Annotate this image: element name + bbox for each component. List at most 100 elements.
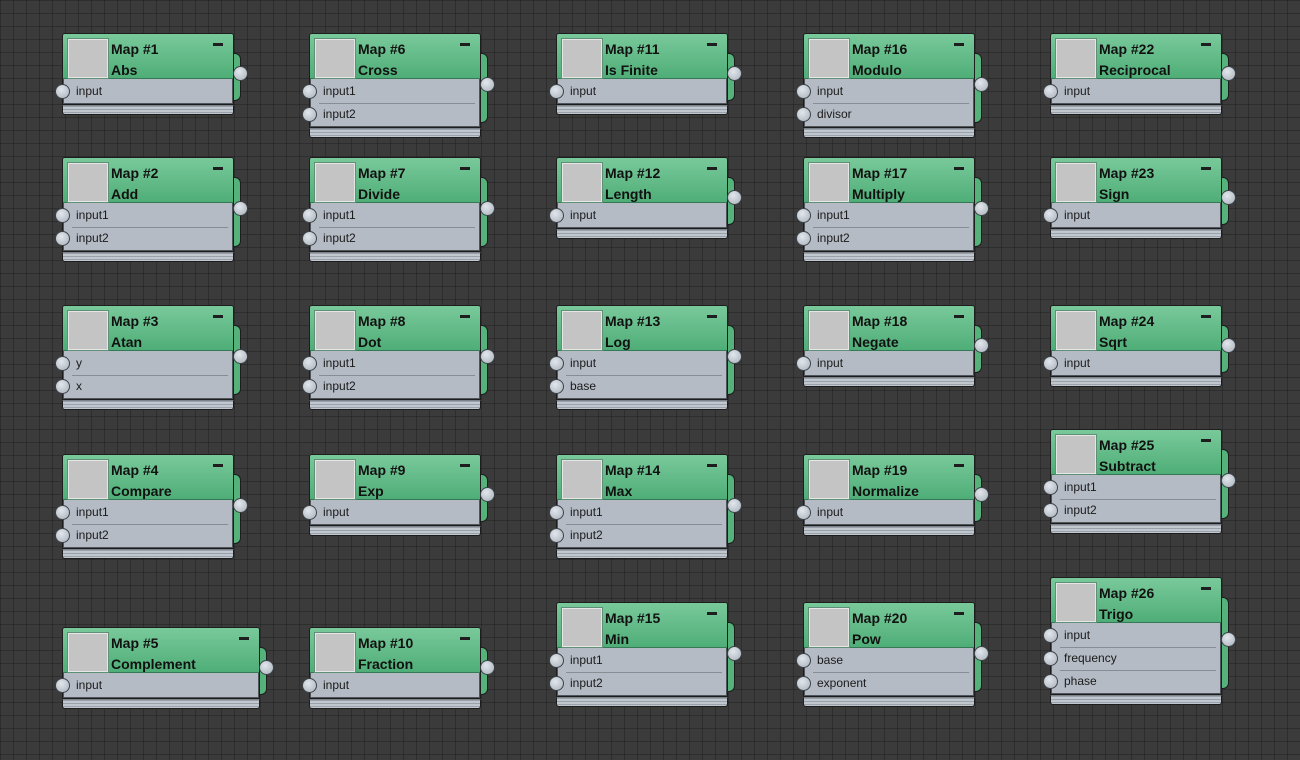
input-socket-icon[interactable] xyxy=(302,505,317,520)
node-map-22[interactable]: Map #22 Reciprocal input xyxy=(1043,33,1236,115)
node-header[interactable]: Map #22 Reciprocal xyxy=(1051,34,1221,79)
input-socket-icon[interactable] xyxy=(55,505,70,520)
node-header[interactable]: Map #13 Log xyxy=(557,306,727,351)
node-resize-footer[interactable] xyxy=(309,252,481,262)
node-header[interactable]: Map #2 Add xyxy=(63,158,233,203)
output-socket-icon[interactable] xyxy=(974,201,989,216)
collapse-icon[interactable] xyxy=(460,637,470,640)
collapse-icon[interactable] xyxy=(460,43,470,46)
node-map-10[interactable]: Map #10 Fraction input xyxy=(302,627,495,709)
collapse-icon[interactable] xyxy=(954,315,964,318)
node-header[interactable]: Map #20 Pow xyxy=(804,603,974,648)
node-resize-footer[interactable] xyxy=(1050,377,1222,387)
node-header[interactable]: Map #18 Negate xyxy=(804,306,974,351)
input-socket-icon[interactable] xyxy=(1043,208,1058,223)
input-socket-icon[interactable] xyxy=(302,107,317,122)
node-map-5[interactable]: Map #5 Complement input xyxy=(55,627,274,709)
node-graph-canvas[interactable]: Map #1 Abs input Map #2 Add input1 input2 Map #… xyxy=(0,0,1300,760)
collapse-icon[interactable] xyxy=(707,167,717,170)
node-resize-footer[interactable] xyxy=(309,400,481,410)
output-socket-icon[interactable] xyxy=(727,190,742,205)
output-socket-icon[interactable] xyxy=(233,201,248,216)
collapse-icon[interactable] xyxy=(954,464,964,467)
input-socket-icon[interactable] xyxy=(55,84,70,99)
node-map-2[interactable]: Map #2 Add input1 input2 xyxy=(55,157,248,262)
node-header[interactable]: Map #26 Trigo xyxy=(1051,578,1221,623)
node-resize-footer[interactable] xyxy=(309,128,481,138)
input-socket-icon[interactable] xyxy=(796,84,811,99)
node-header[interactable]: Map #1 Abs xyxy=(63,34,233,79)
output-socket-icon[interactable] xyxy=(480,349,495,364)
node-resize-footer[interactable] xyxy=(556,549,728,559)
node-resize-footer[interactable] xyxy=(1050,229,1222,239)
node-header[interactable]: Map #7 Divide xyxy=(310,158,480,203)
node-map-23[interactable]: Map #23 Sign input xyxy=(1043,157,1236,239)
input-socket-icon[interactable] xyxy=(549,528,564,543)
input-socket-icon[interactable] xyxy=(55,208,70,223)
output-socket-icon[interactable] xyxy=(480,201,495,216)
node-resize-footer[interactable] xyxy=(803,526,975,536)
node-map-6[interactable]: Map #6 Cross input1 input2 xyxy=(302,33,495,138)
node-map-16[interactable]: Map #16 Modulo input divisor xyxy=(796,33,989,138)
node-map-1[interactable]: Map #1 Abs input xyxy=(55,33,248,115)
output-socket-icon[interactable] xyxy=(727,66,742,81)
collapse-icon[interactable] xyxy=(213,315,223,318)
node-map-24[interactable]: Map #24 Sqrt input xyxy=(1043,305,1236,387)
input-socket-icon[interactable] xyxy=(302,84,317,99)
node-resize-footer[interactable] xyxy=(1050,524,1222,534)
output-socket-icon[interactable] xyxy=(1221,66,1236,81)
output-socket-icon[interactable] xyxy=(480,487,495,502)
node-map-20[interactable]: Map #20 Pow base exponent xyxy=(796,602,989,707)
output-socket-icon[interactable] xyxy=(233,498,248,513)
node-header[interactable]: Map #17 Multiply xyxy=(804,158,974,203)
collapse-icon[interactable] xyxy=(213,43,223,46)
node-header[interactable]: Map #3 Atan xyxy=(63,306,233,351)
node-header[interactable]: Map #24 Sqrt xyxy=(1051,306,1221,351)
node-map-25[interactable]: Map #25 Subtract input1 input2 xyxy=(1043,429,1236,534)
input-socket-icon[interactable] xyxy=(796,208,811,223)
node-header[interactable]: Map #4 Compare xyxy=(63,455,233,500)
input-socket-icon[interactable] xyxy=(1043,84,1058,99)
input-socket-icon[interactable] xyxy=(549,505,564,520)
collapse-icon[interactable] xyxy=(1201,439,1211,442)
output-socket-icon[interactable] xyxy=(1221,190,1236,205)
output-socket-icon[interactable] xyxy=(1221,473,1236,488)
node-header[interactable]: Map #8 Dot xyxy=(310,306,480,351)
node-resize-footer[interactable] xyxy=(803,252,975,262)
node-map-12[interactable]: Map #12 Length input xyxy=(549,157,742,239)
input-socket-icon[interactable] xyxy=(1043,674,1058,689)
input-socket-icon[interactable] xyxy=(1043,628,1058,643)
collapse-icon[interactable] xyxy=(707,464,717,467)
collapse-icon[interactable] xyxy=(707,315,717,318)
node-resize-footer[interactable] xyxy=(309,699,481,709)
output-socket-icon[interactable] xyxy=(480,660,495,675)
input-socket-icon[interactable] xyxy=(549,208,564,223)
collapse-icon[interactable] xyxy=(239,637,249,640)
output-socket-icon[interactable] xyxy=(974,646,989,661)
node-map-11[interactable]: Map #11 Is Finite input xyxy=(549,33,742,115)
input-socket-icon[interactable] xyxy=(1043,356,1058,371)
input-socket-icon[interactable] xyxy=(302,208,317,223)
input-socket-icon[interactable] xyxy=(549,379,564,394)
output-socket-icon[interactable] xyxy=(1221,632,1236,647)
node-resize-footer[interactable] xyxy=(803,697,975,707)
input-socket-icon[interactable] xyxy=(796,505,811,520)
node-map-7[interactable]: Map #7 Divide input1 input2 xyxy=(302,157,495,262)
node-map-4[interactable]: Map #4 Compare input1 input2 xyxy=(55,454,248,559)
output-socket-icon[interactable] xyxy=(727,646,742,661)
input-socket-icon[interactable] xyxy=(549,356,564,371)
node-resize-footer[interactable] xyxy=(309,526,481,536)
output-socket-icon[interactable] xyxy=(1221,338,1236,353)
collapse-icon[interactable] xyxy=(1201,315,1211,318)
input-socket-icon[interactable] xyxy=(55,231,70,246)
node-resize-footer[interactable] xyxy=(803,377,975,387)
node-map-9[interactable]: Map #9 Exp input xyxy=(302,454,495,536)
node-header[interactable]: Map #15 Min xyxy=(557,603,727,648)
input-socket-icon[interactable] xyxy=(796,231,811,246)
node-header[interactable]: Map #25 Subtract xyxy=(1051,430,1221,475)
node-header[interactable]: Map #16 Modulo xyxy=(804,34,974,79)
collapse-icon[interactable] xyxy=(1201,587,1211,590)
input-socket-icon[interactable] xyxy=(549,653,564,668)
node-resize-footer[interactable] xyxy=(62,105,234,115)
input-socket-icon[interactable] xyxy=(55,356,70,371)
